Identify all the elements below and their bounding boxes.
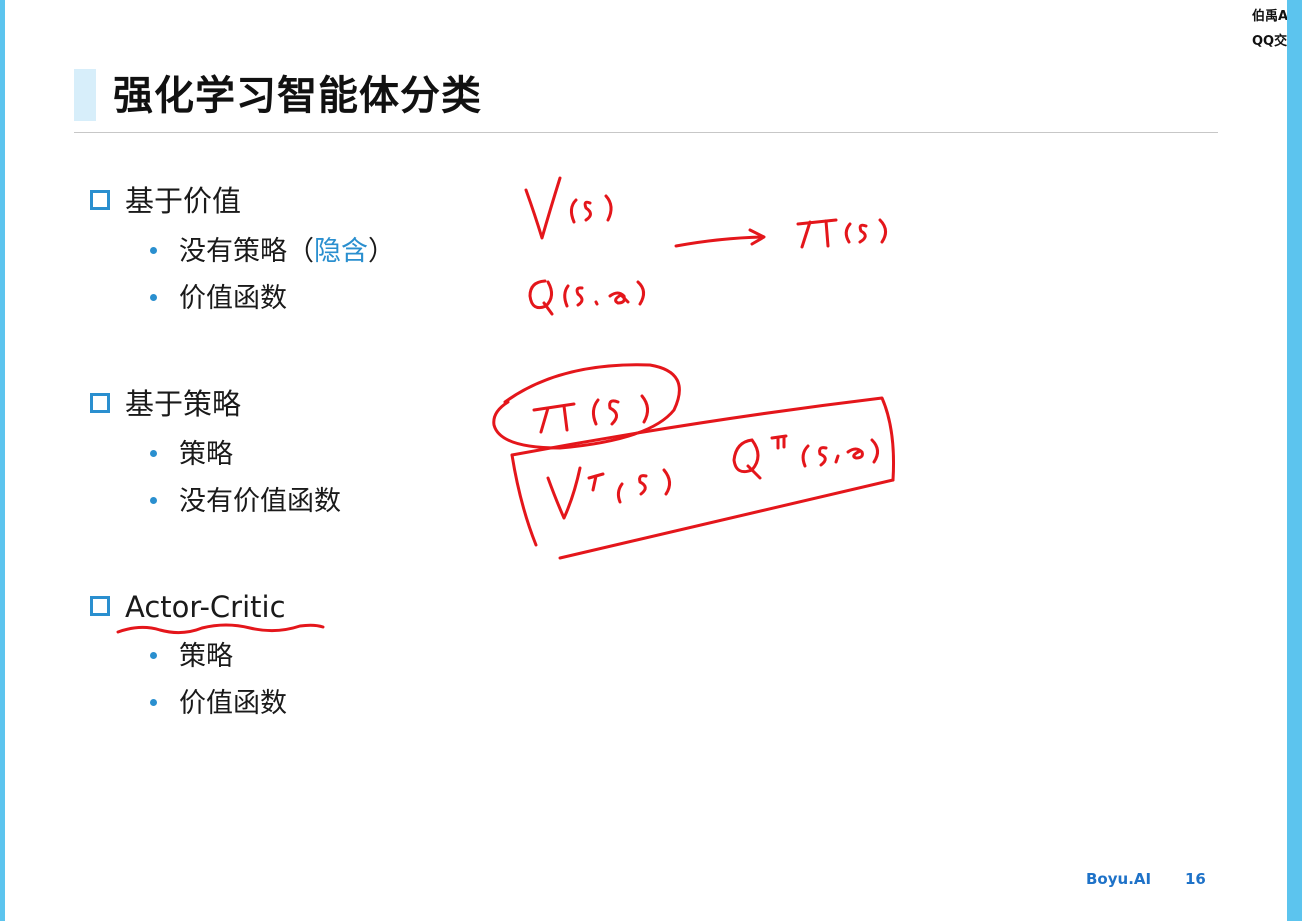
handwritten-value-box [510, 396, 896, 560]
handwritten-circled-pi [492, 363, 681, 450]
handwritten-annotations [116, 176, 896, 635]
page-number: 16 [1185, 870, 1206, 888]
footer-brand: Boyu.AI [1086, 870, 1152, 888]
handwritten-v-of-s [524, 176, 613, 240]
handwritten-pi-of-s [796, 218, 887, 249]
handwritten-q-of-sa [528, 279, 645, 316]
handwritten-underline [116, 623, 325, 635]
handwritten-arrow [674, 228, 766, 248]
